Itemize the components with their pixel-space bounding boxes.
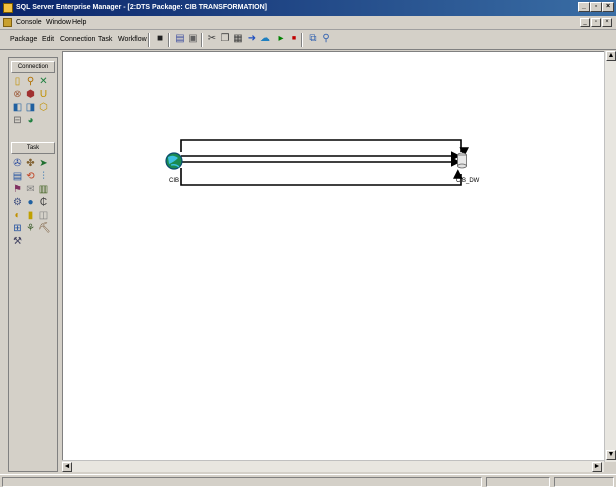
activex-task-icon[interactable]: ✤ — [25, 158, 36, 169]
scroll-up-button[interactable]: ▲ — [606, 51, 616, 61]
bulk-insert-icon[interactable]: ▥ — [38, 184, 49, 195]
execute-process-icon[interactable]: ▤ — [12, 171, 23, 182]
html-connection-icon[interactable]: ⬢ — [25, 89, 36, 100]
execute-package-icon[interactable]: ⚙ — [12, 197, 23, 208]
execute-sql-icon[interactable]: ⟲ — [25, 171, 36, 182]
text-source-icon[interactable]: ◧ — [12, 102, 23, 113]
oracle-connection-icon[interactable]: ⬡ — [38, 102, 49, 113]
dbase-connection-icon[interactable]: ⊗ — [12, 89, 23, 100]
routing-icon[interactable]: ☁ — [259, 33, 271, 45]
scroll-down-button[interactable]: ▼ — [606, 450, 616, 460]
menu-workflow[interactable]: Workflow — [118, 36, 147, 43]
ftp-task-icon[interactable]: ✇ — [12, 158, 23, 169]
data-driven-query-icon[interactable]: ⫶ — [38, 171, 49, 182]
menu-bar: Console Window Help _ ▫ × — [0, 16, 616, 30]
menu-package[interactable]: Package — [10, 36, 37, 43]
transformation-arrow-bottom — [180, 168, 463, 186]
transfer-databases-icon[interactable]: ◐ — [12, 210, 23, 221]
transfer-jobs-icon[interactable]: ◫ — [38, 210, 49, 221]
transform-task-icon[interactable]: ➤ — [38, 158, 49, 169]
close-button[interactable]: × — [602, 2, 614, 12]
source-connection-label[interactable]: CIB — [169, 178, 179, 184]
mdi-close-button[interactable]: × — [602, 18, 612, 27]
excel-connection-icon[interactable]: ✕ — [38, 76, 49, 87]
task-section-header[interactable]: Task — [11, 142, 55, 154]
properties-icon[interactable]: ▣ — [187, 33, 199, 45]
execute-icon[interactable]: ➜ — [246, 33, 258, 45]
stop-icon[interactable]: ■ — [288, 33, 300, 45]
scroll-right-button[interactable]: ► — [592, 462, 602, 472]
app-icon — [3, 3, 13, 13]
tool-palette: Connection ▯ ⚲ ✕ ⊗ ⬢ U ◧ ◨ ⬡ ⊟ ◕ Task ✇ … — [8, 57, 58, 472]
menu-edit[interactable]: Edit — [42, 36, 54, 43]
print-icon[interactable]: ▤ — [174, 33, 186, 45]
paradox-connection-icon[interactable]: U — [38, 89, 49, 100]
menu-connection[interactable]: Connection — [60, 36, 95, 43]
access-connection-icon[interactable]: ⚲ — [25, 76, 36, 87]
run-icon[interactable]: ▸ — [275, 33, 287, 45]
transfer-logins-icon[interactable]: ▮ — [25, 210, 36, 221]
status-bar — [0, 474, 616, 487]
maximize-button[interactable]: ▫ — [590, 2, 602, 12]
transformation-arrow-top — [180, 139, 469, 157]
status-panel — [2, 477, 482, 487]
custom-task-icon[interactable]: ⚒ — [12, 236, 23, 247]
send-mail-icon[interactable]: ✉ — [25, 184, 36, 195]
source-connection-icon — [165, 152, 183, 170]
toolbar-separator — [301, 33, 303, 47]
window-title: SQL Server Enterprise Manager - [2:DTS P… — [16, 4, 268, 11]
scroll-left-button[interactable]: ◄ — [62, 462, 72, 472]
package-designer-canvas[interactable]: CIB CIB_DW — [62, 51, 606, 462]
toolbar: Package Edit Connection Task Workflow ■ … — [0, 30, 616, 50]
data-mining-icon[interactable]: ⛏ — [38, 223, 51, 234]
vertical-scrollbar[interactable]: ▲ ▼ — [604, 51, 616, 462]
menu-help[interactable]: Help — [72, 19, 86, 26]
toolbar-separator — [168, 33, 170, 47]
layout-icon[interactable]: ⧉ — [307, 33, 319, 45]
sql-server-connection-icon[interactable]: ▯ — [12, 76, 23, 87]
analysis-services-icon[interactable]: ⚘ — [25, 223, 36, 234]
workflow-diagram — [165, 139, 469, 186]
toolbar-separator — [201, 33, 203, 47]
connection-section-header[interactable]: Connection — [11, 61, 55, 73]
transfer-error-messages-icon[interactable]: ₵ — [38, 197, 49, 208]
mdi-minimize-button[interactable]: _ — [580, 18, 590, 27]
save-icon[interactable]: ■ — [154, 33, 166, 45]
console-icon[interactable] — [3, 18, 12, 27]
message-queue-icon[interactable]: ● — [25, 197, 36, 208]
odbc-connection-icon[interactable]: ⊟ — [12, 115, 23, 126]
paste-icon[interactable]: ▦ — [232, 33, 244, 45]
menu-console[interactable]: Console — [16, 19, 42, 26]
mdi-restore-button[interactable]: ▫ — [591, 18, 601, 27]
horizontal-scrollbar[interactable]: ◄ ► — [62, 460, 604, 472]
menu-task[interactable]: Task — [98, 36, 112, 43]
destination-connection-icon — [457, 152, 467, 169]
title-bar[interactable]: SQL Server Enterprise Manager - [2:DTS P… — [0, 0, 616, 16]
dynamic-properties-icon[interactable]: ⊞ — [12, 223, 23, 234]
destination-connection-label[interactable]: CIB_DW — [456, 178, 479, 184]
cut-icon[interactable]: ✂ — [206, 33, 218, 45]
toolbar-separator — [148, 33, 150, 47]
copy-icon[interactable]: ❐ — [219, 33, 231, 45]
zoom-icon[interactable]: ⚲ — [320, 33, 332, 45]
minimize-button[interactable]: _ — [578, 2, 590, 12]
data-link-icon[interactable]: ◕ — [25, 115, 36, 126]
menu-window[interactable]: Window — [46, 19, 71, 26]
status-panel — [554, 477, 614, 487]
text-destination-icon[interactable]: ◨ — [25, 102, 36, 113]
copy-objects-icon[interactable]: ⚑ — [12, 184, 23, 195]
status-panel — [486, 477, 550, 487]
